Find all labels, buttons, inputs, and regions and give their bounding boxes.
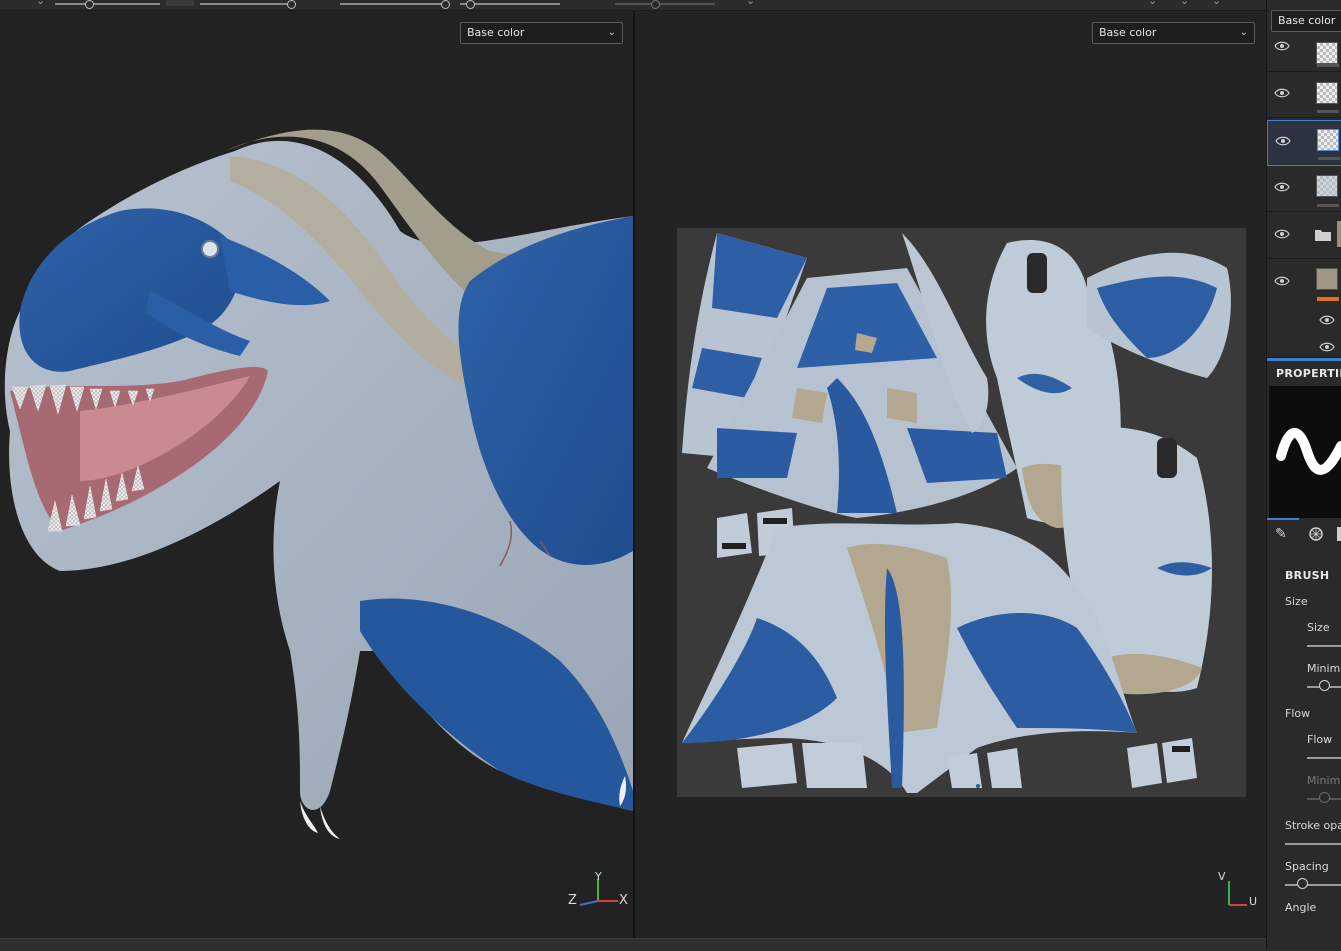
panel-accent-line — [1267, 358, 1341, 361]
eye-icon[interactable] — [1274, 229, 1290, 239]
layer-row[interactable] — [1267, 72, 1341, 118]
top-toolbar: ⌄ ⌄ ⌄ ⌄ ⌄ — [0, 0, 1266, 11]
layer-row[interactable] — [1267, 166, 1341, 212]
toolbar-swatch[interactable] — [166, 0, 194, 6]
channel-select-label: Base color — [467, 26, 525, 39]
chevron-down-icon[interactable]: ⌄ — [36, 0, 45, 7]
slider-knob[interactable] — [441, 0, 450, 9]
axis-y-label: Y — [595, 870, 602, 883]
angle-label: Angle — [1285, 901, 1317, 914]
channel-select-3d[interactable]: Base color ⌄ — [460, 22, 623, 44]
folder-thumbnail — [1337, 221, 1341, 247]
layer-thumbnail — [1316, 82, 1338, 104]
layer-color-tag — [1317, 297, 1339, 301]
eye-icon[interactable] — [1274, 88, 1290, 98]
minimum-size-label: Minimum — [1307, 662, 1341, 675]
layer-row[interactable] — [1267, 36, 1341, 72]
flow-label: Flow — [1307, 733, 1333, 746]
flow-group-label: Flow — [1285, 707, 1311, 720]
uv-texture-sheet[interactable] — [677, 228, 1246, 797]
axis-x-label: X — [619, 893, 628, 908]
minimum-flow-label: Minimum — [1307, 774, 1341, 787]
layer-fill-row[interactable] — [1267, 260, 1341, 358]
eye-icon[interactable] — [1319, 342, 1335, 352]
layer-row-selected[interactable] — [1267, 120, 1341, 166]
axis-v-label: V — [1218, 870, 1226, 883]
viewport-2d[interactable]: Base color ⌄ V U — [635, 11, 1266, 938]
tab-overflow[interactable] — [1337, 527, 1341, 541]
layer-mask-bar — [1318, 157, 1340, 160]
eye-icon[interactable] — [1319, 315, 1335, 325]
spacing-label: Spacing — [1285, 860, 1329, 873]
chevron-down-icon[interactable]: ⌄ — [1212, 0, 1221, 7]
axis-gizmo: Z Y X — [566, 870, 630, 913]
size-label: Size — [1307, 621, 1330, 634]
chevron-down-icon[interactable]: ⌄ — [1148, 0, 1157, 7]
stroke-opacity-label: Stroke opacity — [1285, 819, 1341, 832]
eye-icon[interactable] — [1275, 136, 1291, 146]
brush-section-title: BRUSH — [1285, 569, 1330, 582]
minimum-flow-knob[interactable] — [1319, 792, 1330, 803]
toolbar-slider-5[interactable] — [615, 0, 715, 9]
spacing-knob[interactable] — [1297, 878, 1308, 889]
uv-axis-gizmo: V U — [1218, 870, 1261, 913]
slider-knob[interactable] — [85, 0, 94, 9]
slider-knob[interactable] — [651, 0, 660, 9]
chevron-down-icon[interactable]: ⌄ — [1180, 0, 1189, 7]
eye-icon[interactable] — [1274, 182, 1290, 192]
layer-mask-bar — [1317, 204, 1339, 207]
brush-tab-icon[interactable]: ✎ — [1275, 526, 1287, 542]
layer-mask-bar — [1317, 110, 1339, 113]
trex-model-render[interactable] — [0, 11, 633, 938]
toolbar-slider-1[interactable] — [55, 0, 160, 9]
folder-icon — [1315, 230, 1331, 241]
toolbar-slider-2[interactable] — [200, 0, 296, 9]
channel-select-2d[interactable]: Base color ⌄ — [1092, 22, 1255, 44]
slider-knob[interactable] — [287, 0, 296, 9]
axis-z-label: Z — [568, 893, 577, 908]
chevron-down-icon[interactable]: ⌄ — [746, 0, 755, 7]
viewport-3d[interactable]: Base color ⌄ Z Y X — [0, 11, 633, 938]
material-tab-icon[interactable] — [1309, 527, 1323, 541]
layer-thumbnail — [1316, 268, 1338, 290]
eye-icon[interactable] — [1274, 276, 1290, 286]
toolbar-slider-3[interactable] — [340, 0, 450, 9]
layer-channel-select[interactable]: Base color — [1271, 10, 1341, 32]
size-group-label: Size — [1285, 595, 1308, 608]
brush-preview — [1269, 386, 1341, 518]
layer-mask-bar — [1317, 64, 1339, 67]
tab-indicator — [1267, 518, 1299, 520]
properties-title: PROPERTIES — [1276, 367, 1341, 380]
toolbar-slider-4[interactable] — [460, 0, 560, 9]
layer-channel-label: Base color — [1278, 14, 1336, 27]
right-panel: Base color PROPERTIES — [1266, 0, 1341, 950]
layer-thumbnail — [1316, 175, 1338, 197]
layer-folder-row[interactable] — [1267, 213, 1341, 259]
slider-knob[interactable] — [466, 0, 475, 9]
eye-icon[interactable] — [1274, 41, 1290, 51]
stroke-opacity-slider[interactable] — [1285, 843, 1341, 845]
bottom-status-bar — [0, 938, 1341, 951]
layer-thumbnail — [1317, 129, 1339, 151]
channel-select-label: Base color — [1099, 26, 1157, 39]
brush-stroke-preview — [1276, 427, 1341, 475]
size-slider[interactable] — [1307, 645, 1341, 647]
spacing-slider[interactable] — [1285, 884, 1341, 886]
layer-thumbnail — [1316, 42, 1338, 64]
axis-u-label: U — [1249, 895, 1258, 908]
minimum-size-knob[interactable] — [1319, 680, 1330, 691]
chevron-down-icon: ⌄ — [1239, 27, 1248, 38]
flow-slider[interactable] — [1307, 757, 1341, 759]
chevron-down-icon: ⌄ — [607, 27, 616, 38]
